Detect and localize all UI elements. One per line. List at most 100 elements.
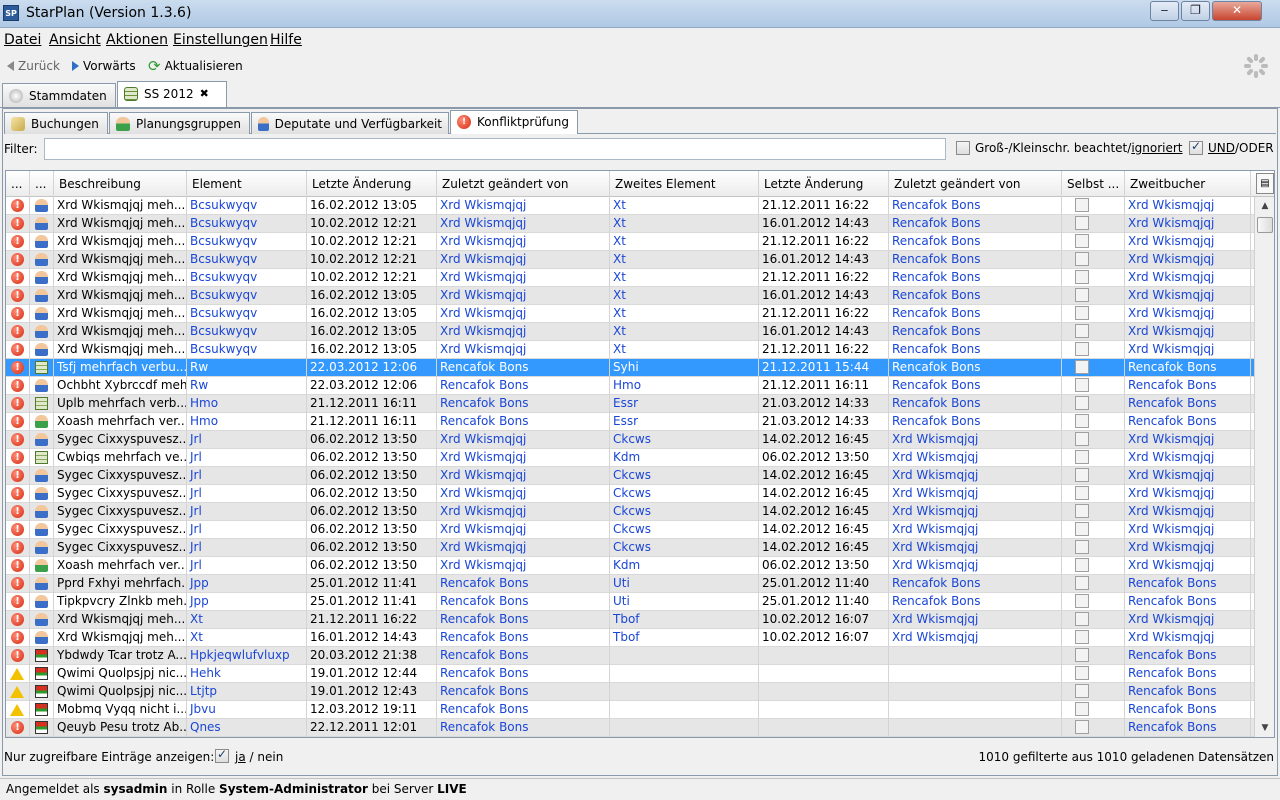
changed-by-link[interactable]: Xrd Wkismqjqj <box>437 233 610 251</box>
filter-input[interactable] <box>44 138 946 160</box>
changed-by-link[interactable]: Xrd Wkismqjqj <box>437 485 610 503</box>
table-row[interactable]: Qwimi Quolpsjpj nic... Ltjtp 19.01.2012 12… <box>6 683 1254 701</box>
changed-by-link[interactable]: Rencafok Bons <box>437 701 610 719</box>
element-link[interactable]: Rw <box>187 377 307 395</box>
changed-by-link[interactable]: Xrd Wkismqjqj <box>437 251 610 269</box>
second-element-link[interactable]: Ckcws <box>610 503 759 521</box>
changed-by-link[interactable]: Rencafok Bons <box>437 629 610 647</box>
second-element-link[interactable]: Ckcws <box>610 431 759 449</box>
close-button[interactable]: ✕ <box>1212 1 1262 21</box>
changed-by-link[interactable]: Xrd Wkismqjqj <box>437 341 610 359</box>
table-row[interactable]: ! Xrd Wkismqjqj meh... Xt 16.01.2012 14:43 R… <box>6 629 1254 647</box>
element-link[interactable]: Hmo <box>187 413 307 431</box>
second-element-link[interactable]: Kdm <box>610 449 759 467</box>
menu-hilfe[interactable]: Hilfe <box>270 32 302 48</box>
table-row[interactable]: ! Xrd Wkismqjqj meh... Bcsukwyqv 16.02.2012… <box>6 305 1254 323</box>
second-element-link[interactable]: Ckcws <box>610 485 759 503</box>
element-link[interactable]: Bcsukwyqv <box>187 323 307 341</box>
changed-by-2-link[interactable] <box>889 683 1062 701</box>
table-row[interactable]: ! Cwbiqs mehrfach ve... Jrl 06.02.2012 13:5… <box>6 449 1254 467</box>
selbst-checkbox[interactable] <box>1075 252 1089 266</box>
selbst-checkbox[interactable] <box>1075 720 1089 734</box>
second-booker-link[interactable]: Xrd Wkismqjqj <box>1125 611 1251 629</box>
close-tab-icon[interactable]: ✖ <box>200 87 209 100</box>
minimize-button[interactable]: ‒ <box>1150 1 1179 21</box>
vertical-scrollbar[interactable]: ▲ ▼ <box>1254 197 1274 737</box>
second-element-link[interactable]: Xt <box>610 323 759 341</box>
case-sensitivity-option[interactable]: Groß-/Kleinschr. beachtet/ignoriert <box>956 141 1183 155</box>
second-booker-link[interactable]: Xrd Wkismqjqj <box>1125 341 1251 359</box>
selbst-checkbox[interactable] <box>1075 630 1089 644</box>
second-booker-link[interactable]: Xrd Wkismqjqj <box>1125 197 1251 215</box>
second-booker-link[interactable]: Xrd Wkismqjqj <box>1125 215 1251 233</box>
changed-by-link[interactable]: Rencafok Bons <box>437 359 610 377</box>
second-booker-link[interactable]: Rencafok Bons <box>1125 719 1251 737</box>
second-booker-link[interactable]: Xrd Wkismqjqj <box>1125 557 1251 575</box>
tab-ss-2012[interactable]: SS 2012 ✖ <box>117 81 227 107</box>
element-link[interactable]: Bcsukwyqv <box>187 305 307 323</box>
element-link[interactable]: Xt <box>187 629 307 647</box>
column-header-selbst[interactable]: Selbst ... <box>1062 171 1125 197</box>
table-row[interactable]: ! Xrd Wkismqjqj meh... Bcsukwyqv 16.02.2012… <box>6 341 1254 359</box>
second-element-link[interactable]: Xt <box>610 287 759 305</box>
selbst-checkbox[interactable] <box>1075 540 1089 554</box>
selbst-checkbox[interactable] <box>1075 468 1089 482</box>
changed-by-link[interactable]: Xrd Wkismqjqj <box>437 215 610 233</box>
tab-konfliktpruefung[interactable]: ! Konfliktprüfung <box>450 110 578 134</box>
second-element-link[interactable]: Xt <box>610 233 759 251</box>
changed-by-link[interactable]: Rencafok Bons <box>437 611 610 629</box>
element-link[interactable]: Bcsukwyqv <box>187 251 307 269</box>
element-link[interactable]: Jbvu <box>187 701 307 719</box>
changed-by-link[interactable]: Rencafok Bons <box>437 683 610 701</box>
table-row[interactable]: ! Sygec Cixxyspuvesz... Jrl 06.02.2012 13:5… <box>6 485 1254 503</box>
second-booker-link[interactable]: Rencafok Bons <box>1125 395 1251 413</box>
tab-buchungen[interactable]: Buchungen <box>4 112 108 134</box>
selbst-checkbox[interactable] <box>1075 576 1089 590</box>
table-row[interactable]: ! Pprd Fxhyi mehrfach... Jpp 25.01.2012 11:… <box>6 575 1254 593</box>
changed-by-2-link[interactable]: Rencafok Bons <box>889 341 1062 359</box>
second-booker-link[interactable]: Rencafok Bons <box>1125 575 1251 593</box>
second-booker-link[interactable]: Xrd Wkismqjqj <box>1125 467 1251 485</box>
selbst-checkbox[interactable] <box>1075 666 1089 680</box>
second-element-link[interactable]: Xt <box>610 269 759 287</box>
second-booker-link[interactable]: Rencafok Bons <box>1125 359 1251 377</box>
selbst-checkbox[interactable] <box>1075 396 1089 410</box>
selbst-checkbox[interactable] <box>1075 702 1089 716</box>
and-or-option[interactable]: UND/ODER <box>1189 139 1274 155</box>
refresh-button[interactable]: ⟳ Aktualisieren <box>148 59 243 74</box>
second-booker-link[interactable]: Xrd Wkismqjqj <box>1125 269 1251 287</box>
selbst-checkbox[interactable] <box>1075 342 1089 356</box>
element-link[interactable]: Jrl <box>187 431 307 449</box>
changed-by-2-link[interactable]: Rencafok Bons <box>889 413 1062 431</box>
second-element-link[interactable]: Kdm <box>610 557 759 575</box>
changed-by-link[interactable]: Rencafok Bons <box>437 665 610 683</box>
accessible-only-checkbox[interactable] <box>215 747 229 763</box>
table-row[interactable]: ! Sygec Cixxyspuvesz... Jrl 06.02.2012 13:5… <box>6 539 1254 557</box>
tab-deputate[interactable]: Deputate und Verfügbarkeit <box>251 112 449 134</box>
changed-by-2-link[interactable]: Xrd Wkismqjqj <box>889 467 1062 485</box>
second-booker-link[interactable]: Xrd Wkismqjqj <box>1125 287 1251 305</box>
selbst-checkbox[interactable] <box>1075 432 1089 446</box>
element-link[interactable]: Qnes <box>187 719 307 737</box>
second-element-link[interactable] <box>610 665 759 683</box>
table-row[interactable]: Mobmq Vyqq nicht i... Jbvu 12.03.2012 19:1… <box>6 701 1254 719</box>
second-element-link[interactable]: Syhi <box>610 359 759 377</box>
table-row[interactable]: ! Sygec Cixxyspuvesz... Jrl 06.02.2012 13:5… <box>6 467 1254 485</box>
back-button[interactable]: Zurück <box>7 59 60 73</box>
changed-by-link[interactable]: Xrd Wkismqjqj <box>437 305 610 323</box>
selbst-checkbox[interactable] <box>1075 522 1089 536</box>
element-link[interactable]: Bcsukwyqv <box>187 215 307 233</box>
changed-by-link[interactable]: Xrd Wkismqjqj <box>437 269 610 287</box>
changed-by-2-link[interactable]: Rencafok Bons <box>889 575 1062 593</box>
selbst-checkbox[interactable] <box>1075 234 1089 248</box>
changed-by-2-link[interactable]: Rencafok Bons <box>889 287 1062 305</box>
changed-by-2-link[interactable] <box>889 647 1062 665</box>
changed-by-2-link[interactable]: Rencafok Bons <box>889 323 1062 341</box>
table-row[interactable]: ! Xoash mehrfach ver... Jrl 06.02.2012 13:5… <box>6 557 1254 575</box>
table-row[interactable]: ! Qeuyb Pesu trotz Ab... Qnes 22.12.2011 12… <box>6 719 1254 737</box>
selbst-checkbox[interactable] <box>1075 414 1089 428</box>
selbst-checkbox[interactable] <box>1075 648 1089 662</box>
table-row[interactable]: ! Xrd Wkismqjqj meh... Bcsukwyqv 10.02.2012… <box>6 233 1254 251</box>
changed-by-link[interactable]: Xrd Wkismqjqj <box>437 323 610 341</box>
changed-by-2-link[interactable] <box>889 719 1062 737</box>
